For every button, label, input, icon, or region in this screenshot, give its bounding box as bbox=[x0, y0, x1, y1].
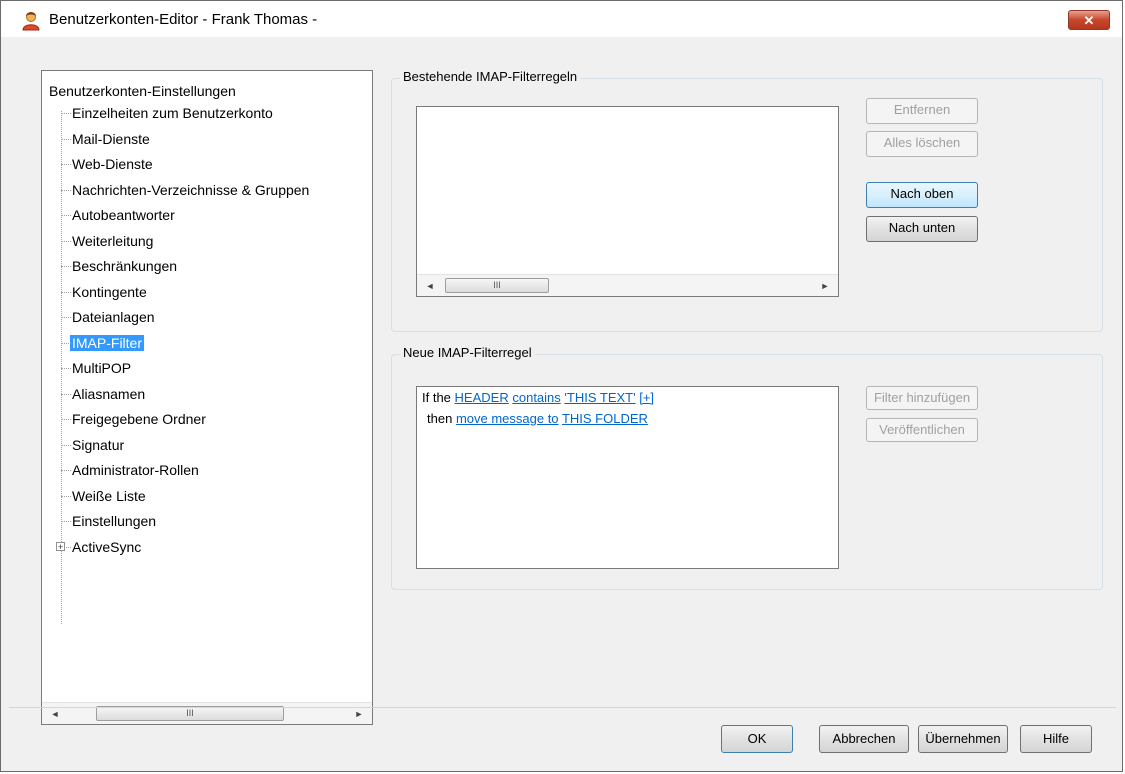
scrollbar-thumb[interactable]: III bbox=[445, 278, 549, 293]
tree-item-label: Kontingente bbox=[72, 283, 147, 300]
tree-item-label: Einzelheiten zum Benutzerkonto bbox=[72, 105, 273, 121]
expand-plus-icon[interactable]: + bbox=[56, 541, 65, 551]
tree-item[interactable]: Administrator-Rollen bbox=[72, 459, 199, 481]
tree-item-label: Weiterleitung bbox=[72, 232, 154, 249]
scroll-left-arrow-icon[interactable]: ◄ bbox=[423, 279, 437, 293]
tree-item-label: Nachrichten-Verzeichnisse & Gruppen bbox=[72, 181, 310, 198]
tree-item-label: Beschränkungen bbox=[72, 258, 178, 274]
tree-item-label: Web-Dienste bbox=[72, 156, 153, 172]
tree-item-label: Aliasnamen bbox=[72, 385, 146, 402]
tree-root-item[interactable]: Benutzerkonten-Einstellungen bbox=[49, 83, 236, 99]
rule-line-condition: If the HEADER contains 'THIS TEXT' [+] bbox=[422, 390, 654, 405]
tree-item-label: Dateianlagen bbox=[72, 309, 155, 325]
account-editor-window: Benutzerkonten-Editor - Frank Thomas - ✕… bbox=[0, 0, 1123, 772]
window-title: Benutzerkonten-Editor - Frank Thomas - bbox=[49, 11, 318, 28]
settings-tree[interactable]: Benutzerkonten-Einstellungen Einzelheite… bbox=[41, 70, 373, 725]
action-link[interactable]: move message to bbox=[456, 411, 559, 426]
tree-item[interactable]: Dateianlagen bbox=[72, 306, 155, 328]
tree-item[interactable]: Signatur bbox=[72, 434, 124, 456]
new-rule-group: Neue IMAP-Filterregel If the HEADER cont… bbox=[391, 345, 1103, 590]
footer-divider bbox=[9, 707, 1116, 708]
tree-item[interactable]: ActiveSync bbox=[72, 536, 141, 558]
rule-editor[interactable]: If the HEADER contains 'THIS TEXT' [+] t… bbox=[416, 386, 839, 569]
tree-horizontal-scrollbar[interactable]: ◄ III ► bbox=[42, 702, 372, 724]
clear-all-button[interactable]: Alles löschen bbox=[866, 131, 978, 157]
tree-item[interactable]: Freigegebene Ordner bbox=[72, 408, 206, 430]
tree-connector bbox=[61, 266, 71, 267]
tree-item[interactable]: MultiPOP bbox=[72, 357, 131, 379]
tree-connector bbox=[61, 164, 71, 165]
tree-connector bbox=[61, 393, 71, 395]
rules-horizontal-scrollbar[interactable]: ◄ III ► bbox=[417, 274, 838, 296]
tree-connector bbox=[61, 215, 71, 216]
folder-link[interactable]: THIS FOLDER bbox=[562, 411, 648, 426]
tree-item[interactable]: Web-Dienste bbox=[72, 153, 153, 175]
help-button[interactable]: Hilfe bbox=[1020, 725, 1092, 753]
tree-connector bbox=[61, 419, 71, 420]
tree-connector bbox=[61, 138, 71, 140]
tree-item-label: ActiveSync bbox=[72, 538, 142, 555]
tree-item-label: Autobeantworter bbox=[72, 207, 175, 223]
tree-item[interactable]: Nachrichten-Verzeichnisse & Gruppen bbox=[72, 179, 309, 201]
tree-item-label: IMAP-Filter bbox=[70, 334, 144, 351]
tree-item-label: Mail-Dienste bbox=[72, 130, 150, 147]
tree-item[interactable]: IMAP-Filter bbox=[70, 332, 144, 354]
tree-item[interactable]: Kontingente bbox=[72, 281, 147, 303]
dialog-client-area: Benutzerkonten-Einstellungen Einzelheite… bbox=[9, 37, 1116, 767]
move-down-button[interactable]: Nach unten bbox=[866, 216, 978, 242]
add-filter-button[interactable]: Filter hinzufügen bbox=[866, 386, 978, 410]
cancel-button[interactable]: Abbrechen bbox=[819, 725, 909, 753]
tree-item-label: MultiPOP bbox=[72, 360, 132, 376]
apply-button[interactable]: Übernehmen bbox=[918, 725, 1008, 753]
existing-rules-list[interactable]: ◄ III ► bbox=[416, 106, 839, 297]
tree-connector bbox=[61, 189, 71, 191]
scroll-right-arrow-icon[interactable]: ► bbox=[818, 279, 832, 293]
tree-item[interactable]: Einzelheiten zum Benutzerkonto bbox=[72, 102, 273, 124]
scroll-left-arrow-icon[interactable]: ◄ bbox=[48, 707, 62, 721]
tree-item-label: Einstellungen bbox=[72, 513, 157, 529]
tree-connector bbox=[61, 342, 71, 344]
tree-connector bbox=[61, 113, 71, 114]
rule-if-text: If the bbox=[422, 390, 451, 405]
tree-item-label: Administrator-Rollen bbox=[72, 462, 199, 478]
tree-item-label: Signatur bbox=[72, 436, 125, 453]
header-link[interactable]: HEADER bbox=[455, 390, 509, 405]
existing-rules-label: Bestehende IMAP-Filterregeln bbox=[400, 69, 581, 84]
close-button[interactable]: ✕ bbox=[1068, 10, 1110, 30]
tree-connector bbox=[61, 291, 71, 293]
scroll-right-arrow-icon[interactable]: ► bbox=[352, 707, 366, 721]
tree-item[interactable]: Aliasnamen bbox=[72, 383, 145, 405]
scrollbar-thumb[interactable]: III bbox=[96, 706, 284, 721]
user-account-icon bbox=[22, 12, 40, 31]
tree-content: Benutzerkonten-Einstellungen Einzelheite… bbox=[42, 71, 372, 691]
new-rule-label: Neue IMAP-Filterregel bbox=[400, 345, 535, 360]
tree-item[interactable]: Mail-Dienste bbox=[72, 128, 150, 150]
move-up-button[interactable]: Nach oben bbox=[866, 182, 978, 208]
tree-item-label: Weiße Liste bbox=[72, 487, 146, 504]
add-condition-link[interactable]: [+] bbox=[639, 390, 654, 405]
tree-item[interactable]: Weiße Liste bbox=[72, 485, 146, 507]
publish-button[interactable]: Veröffentlichen bbox=[866, 418, 978, 442]
tree-item[interactable]: Weiterleitung bbox=[72, 230, 153, 252]
tree-item[interactable]: Einstellungen bbox=[72, 510, 156, 532]
tree-item-label: Freigegebene Ordner bbox=[72, 411, 206, 427]
tree-connector bbox=[61, 521, 71, 522]
tree-connector bbox=[61, 240, 71, 242]
tree-connector bbox=[61, 495, 71, 497]
tree-connector bbox=[61, 368, 71, 369]
title-bar: Benutzerkonten-Editor - Frank Thomas - ✕ bbox=[1, 1, 1122, 37]
tree-connector bbox=[61, 470, 71, 471]
text-value-link[interactable]: 'THIS TEXT' bbox=[564, 390, 635, 405]
rule-then-text: then bbox=[427, 411, 453, 426]
rule-line-action: then move message to THIS FOLDER bbox=[427, 411, 648, 426]
existing-rules-group: Bestehende IMAP-Filterregeln ◄ III ► Ent… bbox=[391, 69, 1103, 332]
ok-button[interactable]: OK bbox=[721, 725, 793, 753]
tree-item[interactable]: Beschränkungen bbox=[72, 255, 177, 277]
tree-connector bbox=[61, 444, 71, 446]
tree-item[interactable]: Autobeantworter bbox=[72, 204, 175, 226]
tree-connector bbox=[61, 317, 71, 318]
remove-button[interactable]: Entfernen bbox=[866, 98, 978, 124]
contains-link[interactable]: contains bbox=[512, 390, 560, 405]
